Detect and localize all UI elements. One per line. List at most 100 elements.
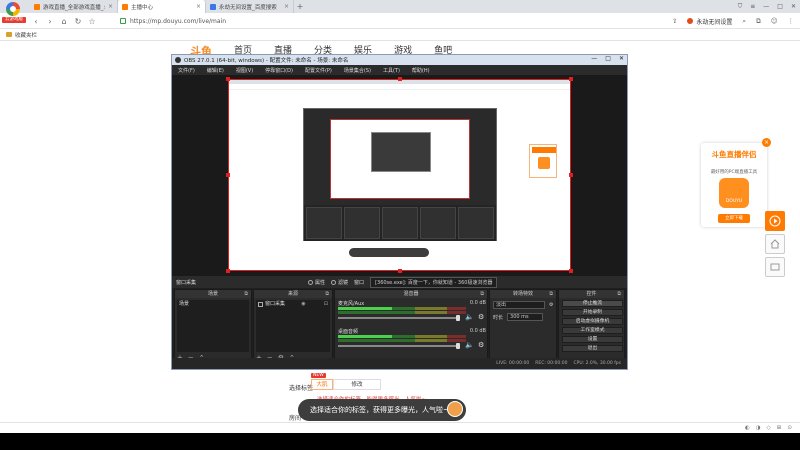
dock-header: 混音器 ⧉ (335, 290, 487, 298)
nested-canvas (330, 119, 470, 199)
tags-label: 选择标签 (289, 385, 314, 392)
tab-streamer-center[interactable]: 主播中心 × (118, 0, 206, 13)
share-icon[interactable]: ⇪ (672, 17, 677, 25)
tag-tab-2[interactable]: 修改 (333, 379, 381, 390)
status-icon[interactable]: ◇ (767, 425, 771, 431)
baidu-favicon-icon (210, 3, 216, 10)
close-icon[interactable]: ✕ (619, 55, 624, 62)
tab-baidu-search[interactable]: 永劫无间设置_百度搜索 × (206, 0, 294, 13)
gear-icon[interactable]: ⚙ (549, 302, 553, 308)
star-icon[interactable]: ☆ (86, 17, 98, 26)
speaker-icon[interactable]: 🔈 (465, 341, 474, 349)
menu-docks[interactable]: 停靠窗口(D) (265, 67, 293, 74)
tab-title: 游戏直播_全部游戏直播_斗鱼 (43, 4, 105, 11)
extension-icon[interactable]: ⧉ (756, 17, 761, 26)
tab-close-icon[interactable]: × (284, 3, 289, 10)
resize-handle[interactable] (569, 77, 573, 81)
dock-float-icon[interactable]: ⧉ (549, 290, 553, 298)
dock-title: 混音器 (403, 291, 419, 297)
rec-timer: REC: 00:00:00 (535, 361, 568, 366)
studio-mode-button[interactable]: 工作室模式 (562, 327, 623, 334)
resize-handle[interactable] (226, 77, 230, 81)
tab-close-icon[interactable]: × (108, 3, 113, 10)
eye-icon[interactable]: ◉ (301, 300, 307, 308)
search-icon[interactable]: ⌕ (742, 17, 746, 26)
browser-logo[interactable]: 云游戏版 (0, 0, 28, 26)
properties-button[interactable]: 属性 (308, 279, 325, 286)
start-recording-button[interactable]: 开始录制 (562, 309, 623, 316)
resize-handle[interactable] (569, 269, 573, 273)
resize-handle[interactable] (569, 173, 573, 177)
dock-float-icon[interactable]: ⧉ (244, 290, 248, 298)
filters-button[interactable]: 滤镜 (331, 279, 348, 286)
close-icon[interactable]: × (762, 138, 771, 147)
slider-knob[interactable] (456, 315, 460, 321)
slider-knob[interactable] (456, 343, 460, 349)
menu-tools[interactable]: 工具(T) (383, 67, 400, 74)
resize-handle[interactable] (226, 269, 230, 273)
list-item[interactable]: 场景 (177, 300, 249, 308)
volume-slider[interactable] (338, 343, 460, 349)
menu-edit[interactable]: 编辑(E) (207, 67, 224, 74)
address-text: https://mp.douyu.com/live/main (130, 17, 227, 25)
search-suggestion[interactable]: 永劫无间设置 (687, 17, 732, 26)
stop-streaming-button[interactable]: 停止推流 (562, 300, 623, 307)
menu-help[interactable]: 帮助(H) (412, 67, 430, 74)
play-button[interactable] (765, 211, 785, 231)
gear-icon[interactable]: ⚙ (478, 341, 484, 349)
gear-icon[interactable]: ⚙ (478, 313, 484, 321)
obs-preview[interactable] (172, 75, 627, 276)
reload-icon[interactable]: ↻ (72, 17, 84, 26)
home-icon (770, 239, 780, 249)
dock-float-icon[interactable]: ⧉ (617, 290, 621, 298)
virtual-camera-button[interactable]: 启动虚拟摄像机 (562, 318, 623, 325)
ad-logo-text: DOUYU (725, 199, 743, 204)
screen-button[interactable] (765, 257, 785, 277)
resize-handle[interactable] (398, 77, 402, 81)
menu-view[interactable]: 视图(V) (236, 67, 253, 74)
minimize-icon[interactable]: — (763, 3, 769, 10)
volume-slider[interactable] (338, 315, 460, 321)
more-icon[interactable]: ⋮ (788, 17, 795, 25)
bookmark-folder[interactable]: 收藏夹栏 (15, 31, 37, 39)
preview-canvas[interactable] (228, 79, 571, 271)
home-button[interactable] (765, 234, 785, 254)
tab-game-live[interactable]: 游戏直播_全部游戏直播_斗鱼 × (30, 0, 118, 13)
status-icon[interactable]: ◑ (756, 425, 761, 431)
speaker-icon[interactable]: 🔈 (465, 313, 474, 321)
back-icon[interactable]: ‹ (30, 17, 42, 26)
exit-button[interactable]: 退出 (562, 345, 623, 352)
dock-float-icon[interactable]: ⧉ (480, 290, 484, 298)
minimize-icon[interactable]: — (591, 55, 597, 62)
lock-icon[interactable]: ⊡ (324, 300, 330, 308)
list-item[interactable]: 窗口采集 ◉ ⊡ (256, 300, 330, 308)
tab-close-icon[interactable]: × (196, 3, 201, 10)
shield-icon[interactable]: ⛉ (738, 3, 743, 11)
zoom-icon[interactable]: ⊙ (787, 425, 792, 431)
window-select[interactable]: [360se.exe]: 百度一下，你就知道 - 360极速浏览器 (370, 276, 498, 288)
channel-db: 0.0 dB (469, 328, 486, 334)
transition-select[interactable]: 淡出 (493, 301, 545, 309)
menu-scene-collection[interactable]: 场景集合(S) (344, 67, 371, 74)
status-icon[interactable]: ◐ (745, 425, 750, 431)
menu-file[interactable]: 文件(F) (178, 67, 195, 74)
address-bar[interactable]: https://mp.douyu.com/live/main (120, 15, 600, 27)
settings-button[interactable]: 设置 (562, 336, 623, 343)
forward-icon[interactable]: › (44, 17, 56, 26)
tag-tab-1[interactable]: 大肌 (311, 379, 333, 390)
home-icon[interactable]: ⌂ (58, 17, 70, 26)
tab-title: 永劫无间设置_百度搜索 (219, 4, 277, 11)
menu-icon[interactable]: ≡ (750, 3, 755, 10)
dock-float-icon[interactable]: ⧉ (325, 290, 329, 298)
maximize-icon[interactable]: □ (777, 3, 783, 10)
status-icon[interactable]: ⊞ (777, 425, 782, 431)
maximize-icon[interactable]: □ (605, 55, 611, 62)
menu-profile[interactable]: 配置文件(P) (305, 67, 332, 74)
new-tab-button[interactable]: + (294, 0, 306, 13)
duration-input[interactable]: 300 ms (507, 313, 544, 321)
resize-handle[interactable] (398, 269, 402, 273)
user-icon[interactable]: ☺ (771, 17, 778, 25)
close-icon[interactable]: ✕ (791, 3, 796, 10)
resize-handle[interactable] (226, 173, 230, 177)
download-button[interactable]: 立即下载 (718, 214, 750, 223)
